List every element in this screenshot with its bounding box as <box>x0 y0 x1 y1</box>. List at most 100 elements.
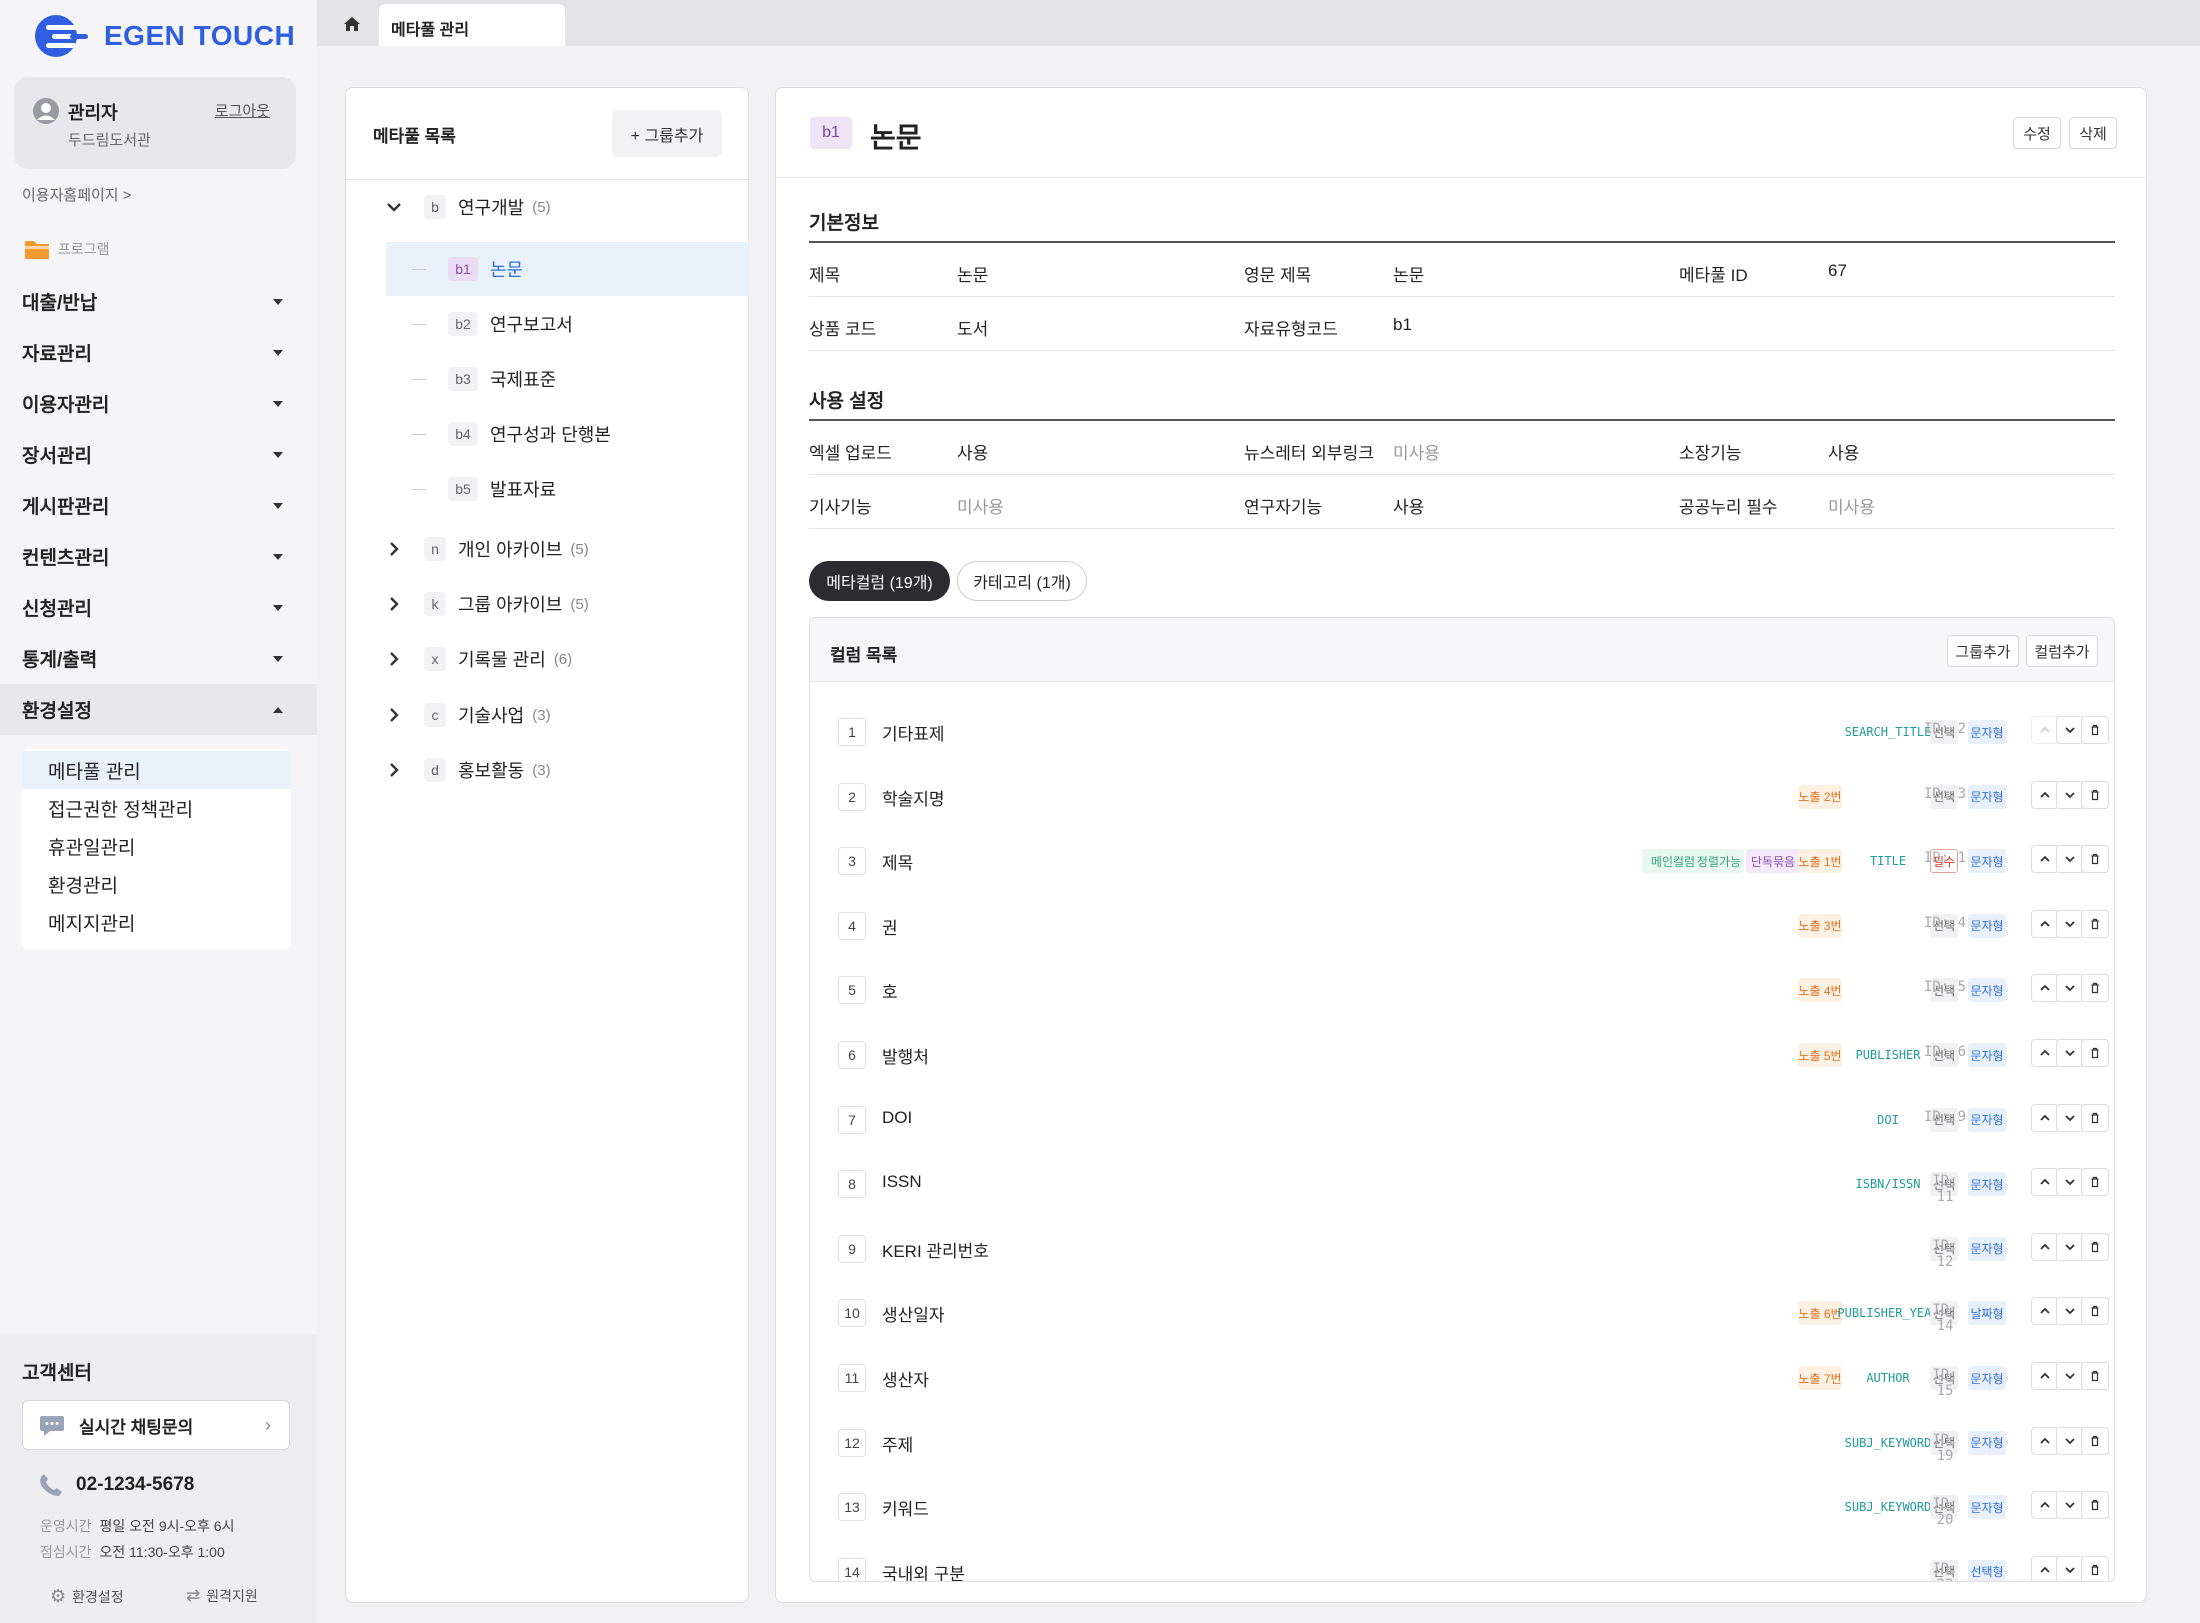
move-down-button[interactable] <box>2056 845 2084 874</box>
edit-button[interactable]: 수정 <box>2013 117 2061 149</box>
remote-support-link[interactable]: ⇄ 원격지원 <box>186 1586 258 1606</box>
column-row[interactable]: 13 키워드 SUBJ_KEYWORD 선택 문자형 ID: 20 <box>810 1473 2114 1537</box>
move-up-button[interactable] <box>2031 1103 2059 1132</box>
move-down-button[interactable] <box>2056 1297 2084 1326</box>
delete-column-button[interactable] <box>2081 909 2109 938</box>
delete-column-button[interactable] <box>2081 974 2109 1003</box>
column-row[interactable]: 1 기타표제 SEARCH_TITLE 선택 문자형 ID: 2 <box>810 698 2114 762</box>
move-down-button[interactable] <box>2056 716 2084 744</box>
move-up-button[interactable] <box>2031 845 2059 874</box>
submenu-messages[interactable]: 메지지관리 <box>22 903 291 941</box>
move-up-button[interactable] <box>2031 1491 2059 1520</box>
move-down-button[interactable] <box>2056 1362 2084 1390</box>
column-row[interactable]: 2 학술지명 노출 2번 선택 문자형 ID: 3 <box>810 763 2114 827</box>
home-icon[interactable] <box>343 16 361 32</box>
menu-item-loan[interactable]: 대출/반납 <box>0 276 317 327</box>
delete-column-button[interactable] <box>2081 1362 2109 1390</box>
move-up-button[interactable] <box>2031 1426 2059 1455</box>
menu-item-users[interactable]: 이용자관리 <box>0 378 317 429</box>
settings-link[interactable]: ⚙ 환경설정 <box>50 1586 124 1607</box>
delete-column-button[interactable] <box>2081 1232 2109 1261</box>
move-down-button[interactable] <box>2056 780 2084 809</box>
tab-meta-columns[interactable]: 메타컬럼 (19개) <box>809 561 950 601</box>
delete-column-button[interactable] <box>2081 1297 2109 1326</box>
delete-column-button[interactable] <box>2081 1491 2109 1520</box>
submenu-access-policy[interactable]: 접근권한 정책관리 <box>22 789 291 827</box>
move-up-button[interactable] <box>2031 1555 2059 1581</box>
delete-column-button[interactable] <box>2081 1555 2109 1581</box>
menu-item-requests[interactable]: 신청관리 <box>0 582 317 633</box>
tree-group-b[interactable]: b 연구개발 (5) <box>382 194 551 220</box>
tree-item-b2[interactable]: b2 연구보고서 <box>386 297 749 351</box>
logo[interactable]: EGEN TOUCH <box>32 12 295 60</box>
move-up-button[interactable] <box>2031 1168 2059 1197</box>
move-up-button[interactable] <box>2031 974 2059 1003</box>
add-group-button[interactable]: + 그룹추가 <box>612 110 722 157</box>
move-up-button[interactable] <box>2031 1362 2059 1390</box>
delete-column-button[interactable] <box>2081 780 2109 809</box>
move-down-button[interactable] <box>2056 1168 2084 1197</box>
tree-item-b5[interactable]: b5 발표자료 <box>386 462 749 516</box>
logout-link[interactable]: 로그아웃 <box>215 100 270 121</box>
delete-column-button[interactable] <box>2081 1168 2109 1197</box>
move-down-button[interactable] <box>2056 1426 2084 1455</box>
column-row[interactable]: 6 발행처 노출 5번 PUBLISHER 선택 문자형 ID: 6 <box>810 1021 2114 1085</box>
column-row[interactable]: 9 KERI 관리번호 선택 문자형 ID: 12 <box>810 1215 2114 1279</box>
tree-group-x[interactable]: x 기록물 관리 (6) <box>382 646 572 672</box>
move-up-button[interactable] <box>2031 780 2059 809</box>
tab-categories[interactable]: 카테고리 (1개) <box>957 561 1087 601</box>
menu-item-settings[interactable]: 환경설정 <box>0 684 317 735</box>
tree-group-n[interactable]: n 개인 아카이브 (5) <box>382 536 589 562</box>
user-homepage-link[interactable]: 이용자홈페이지 > <box>22 184 132 205</box>
delete-column-button[interactable] <box>2081 1426 2109 1455</box>
menu-item-stats[interactable]: 통계/출력 <box>0 633 317 684</box>
menu-item-collection[interactable]: 장서관리 <box>0 429 317 480</box>
move-up-button[interactable] <box>2031 909 2059 938</box>
user-name: 관리자 <box>68 103 118 123</box>
tree-group-d[interactable]: d 홍보활동 (3) <box>382 757 551 783</box>
delete-button[interactable]: 삭제 <box>2069 117 2117 149</box>
add-column-group-button[interactable]: 그룹추가 <box>1947 635 2019 667</box>
move-up-button[interactable] <box>2031 716 2059 744</box>
chevron-up-icon <box>2040 855 2050 862</box>
column-row[interactable]: 7 DOI DOI 선택 문자형 ID: 9 <box>810 1086 2114 1150</box>
move-up-button[interactable] <box>2031 1039 2059 1067</box>
delete-column-button[interactable] <box>2081 1039 2109 1067</box>
column-row[interactable]: 10 생산일자 노출 6번 PUBLISHER_YEAR 선택 날짜형 ID: 14 <box>810 1279 2114 1343</box>
column-row[interactable]: 3 제목 메인컬럼 정렬가능 단독묶음 노출 1번 TITLE 필수 문자형 ID: 1 <box>810 827 2114 891</box>
submenu-environment[interactable]: 환경관리 <box>22 865 291 903</box>
column-row[interactable]: 8 ISSN ISBN/ISSN 선택 문자형 ID: 11 <box>810 1150 2114 1214</box>
submenu-metapool[interactable]: 메타풀 관리 <box>22 751 291 789</box>
tree-item-b4[interactable]: b4 연구성과 단행본 <box>386 407 749 461</box>
column-tag-key: ISBN/ISSN <box>1848 1172 1928 1197</box>
move-up-button[interactable] <box>2031 1297 2059 1326</box>
column-row[interactable]: 11 생산자 노출 7번 AUTHOR 선택 문자형 ID: 15 <box>810 1344 2114 1408</box>
live-chat-button[interactable]: 실시간 채팅문의 › <box>22 1400 290 1450</box>
tree-group-k[interactable]: k 그룹 아카이브 (5) <box>382 591 589 617</box>
tab-metapool[interactable]: 메타풀 관리 <box>379 4 565 46</box>
move-up-button[interactable] <box>2031 1232 2059 1261</box>
add-column-button[interactable]: 컬럼추가 <box>2026 635 2098 667</box>
delete-column-button[interactable] <box>2081 716 2109 744</box>
menu-item-materials[interactable]: 자료관리 <box>0 327 317 378</box>
submenu-holidays[interactable]: 휴관일관리 <box>22 827 291 865</box>
menu-item-board[interactable]: 게시판관리 <box>0 480 317 531</box>
tree-group-c[interactable]: c 기술사업 (3) <box>382 702 551 728</box>
move-down-button[interactable] <box>2056 1555 2084 1581</box>
tree-item-b3[interactable]: b3 국제표준 <box>386 352 749 406</box>
menu-item-contents[interactable]: 컨텐츠관리 <box>0 531 317 582</box>
column-row[interactable]: 4 권 노출 3번 선택 문자형 ID: 4 <box>810 892 2114 956</box>
move-down-button[interactable] <box>2056 1103 2084 1132</box>
sidebar: EGEN TOUCH 관리자 두드림도서관 로그아웃 이용자홈페이지 > 프로그… <box>0 0 317 1623</box>
move-down-button[interactable] <box>2056 1232 2084 1261</box>
move-down-button[interactable] <box>2056 1491 2084 1520</box>
move-down-button[interactable] <box>2056 1039 2084 1067</box>
move-down-button[interactable] <box>2056 974 2084 1003</box>
tree-item-b1[interactable]: b1 논문 <box>386 242 749 296</box>
delete-column-button[interactable] <box>2081 845 2109 874</box>
move-down-button[interactable] <box>2056 909 2084 938</box>
delete-column-button[interactable] <box>2081 1103 2109 1132</box>
column-row[interactable]: 12 주제 SUBJ_KEYWORD 선택 문자형 ID: 19 <box>810 1409 2114 1473</box>
column-row[interactable]: 5 호 노출 4번 선택 문자형 ID: 5 <box>810 956 2114 1020</box>
column-row[interactable]: 14국내외 구분선택선택형ID: 23 <box>810 1538 2114 1581</box>
